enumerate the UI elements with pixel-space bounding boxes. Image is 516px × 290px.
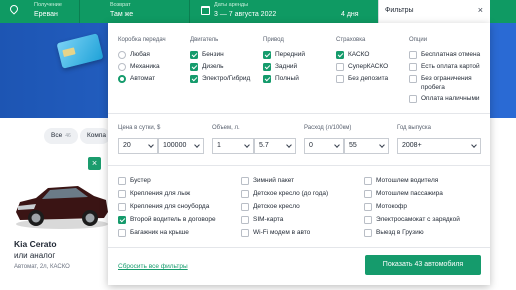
- show-cars-button[interactable]: Показать 43 автомобиля: [365, 255, 481, 275]
- dropoff-value: Там же: [110, 11, 134, 18]
- dropoff-field[interactable]: Возврат Там же: [80, 0, 190, 23]
- divider: [108, 247, 490, 248]
- chip-all-label: Все: [51, 132, 63, 139]
- pickup-value: Ереван: [34, 11, 58, 18]
- insurance-title: Страховка: [336, 37, 366, 43]
- dates-caption: Даты аренды: [214, 2, 249, 8]
- year-title: Год выпуска: [397, 125, 431, 131]
- close-icon[interactable]: ×: [88, 157, 101, 170]
- filters-tab[interactable]: Фильтры ×: [378, 0, 490, 23]
- volume-from-select[interactable]: 1: [212, 138, 254, 154]
- chip-compact[interactable]: Компа: [80, 128, 110, 144]
- price-from-select[interactable]: 20: [118, 138, 158, 154]
- transmission-title: Коробка передач: [118, 37, 166, 43]
- price-title: Цена в сутки, $: [118, 125, 161, 131]
- consumption-title: Расход (л/100км): [304, 125, 352, 131]
- consumption-from-select[interactable]: 0: [304, 138, 344, 154]
- year-select[interactable]: 2008+: [397, 138, 481, 154]
- dates-field[interactable]: Даты аренды 3 — 7 августа 2022 4 дня: [192, 0, 376, 23]
- chip-compact-label: Компа: [87, 132, 107, 139]
- chip-all[interactable]: Все 46: [44, 128, 78, 144]
- pickup-caption: Получение: [34, 2, 62, 8]
- dates-days: 4 дня: [341, 11, 359, 18]
- car-title: Kia Cerato: [14, 239, 57, 249]
- price-to-select[interactable]: 100000: [158, 138, 204, 154]
- dropoff-caption: Возврат: [110, 2, 131, 8]
- location-pin-icon: [8, 3, 20, 15]
- volume-title: Объем, л.: [212, 125, 240, 131]
- divider: [108, 113, 490, 114]
- filters-panel: Коробка передач Любая Механика Автомат Д…: [108, 23, 490, 285]
- volume-to-select[interactable]: 5.7: [254, 138, 296, 154]
- consumption-to-select[interactable]: 55: [344, 138, 389, 154]
- filters-title: Фильтры: [385, 7, 414, 14]
- divider: [108, 165, 490, 166]
- dates-value: 3 — 7 августа 2022: [214, 11, 277, 18]
- chip-all-count: 46: [65, 133, 71, 139]
- drive-title: Привод: [263, 37, 284, 43]
- reset-filters-link[interactable]: Сбросить все фильтры: [118, 263, 188, 270]
- car-meta: Автомат, 2л, КАСКО: [14, 264, 70, 270]
- close-icon[interactable]: ×: [478, 5, 483, 15]
- engine-title: Двигатель: [190, 37, 219, 43]
- car-image: [16, 186, 108, 229]
- options-title: Опции: [409, 37, 428, 43]
- calendar-icon: [201, 6, 210, 15]
- car-subtitle: или аналог: [14, 251, 56, 260]
- pickup-field[interactable]: Получение Ереван: [0, 0, 80, 23]
